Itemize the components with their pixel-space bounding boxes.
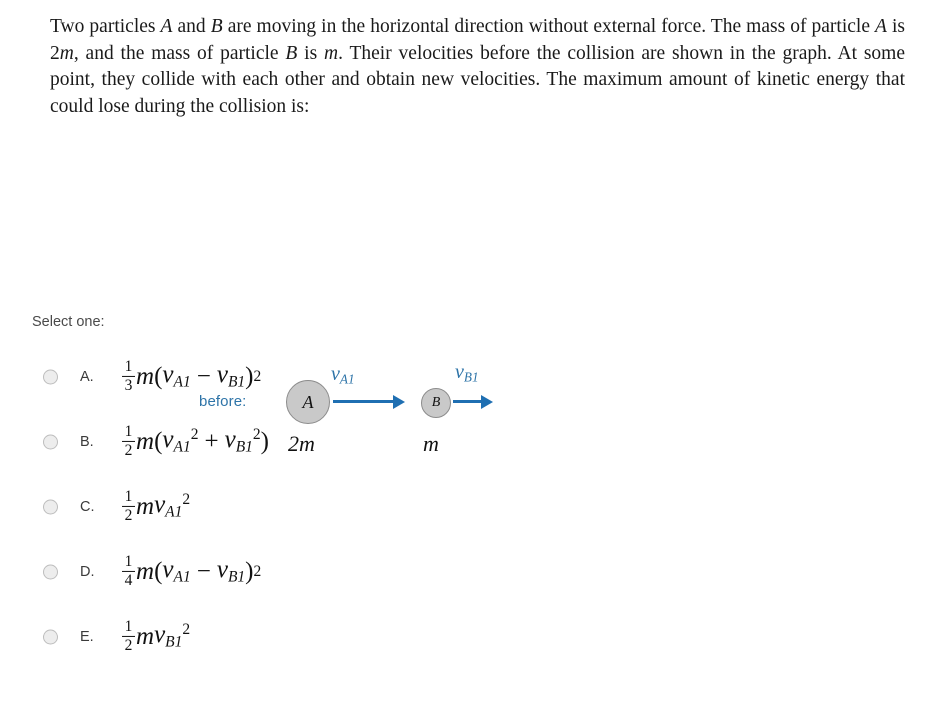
fraction-numerator: 1 [124,552,133,570]
velocity-term: vA12 [162,426,198,457]
collision-diagram: before: A vA1 B vB1 2m m [0,178,952,456]
fraction: 13 [122,358,135,394]
math-variable: B [285,42,298,64]
fraction-denominator: 4 [124,572,133,590]
velocity-subscript: A1 [165,503,183,521]
velocity-term: vA12 [154,491,190,522]
fraction: 14 [122,553,135,589]
option-letter: A. [80,368,94,385]
mass-symbol: m [136,427,155,455]
velocity-term: vB12 [225,426,261,457]
close-paren: ) [245,557,254,585]
answer-option-a[interactable]: A. 1 3 m(vA1− vB1) 2 [0,344,952,409]
fraction-numerator: 1 [124,357,133,375]
fraction: 12 [122,488,135,524]
option-formula: 1 4 m(vA1− vB1) 2 [122,553,261,589]
velocity-symbol: v [162,426,174,454]
velocity-symbol: v [154,491,166,519]
math-variable: A [160,16,173,37]
mass-symbol: m [136,362,155,390]
math-variable: B [210,16,223,37]
stem-text: is [297,42,325,64]
velocity-subscript: B1 [235,438,253,456]
velocity-subscript: A1 [173,438,191,456]
velocity-term: vB12 [154,621,190,652]
fraction-numerator: 1 [124,617,133,635]
velocity-subscript: B1 [227,373,246,391]
option-formula: 1 2 m vB12 [122,618,190,654]
operator: − [196,557,211,585]
stem-text: Two particles [50,16,161,37]
math-variable: m [324,42,339,64]
open-paren: ( [154,557,163,585]
fraction-denominator: 2 [124,442,133,460]
close-paren: ) [260,427,269,455]
fraction-numerator: 1 [124,487,133,505]
operator: + [204,427,219,455]
option-formula: 1 2 m vA12 [122,488,190,524]
mass-symbol: m [136,622,155,650]
velocity-subscript: A1 [173,373,191,391]
velocity-symbol: v [154,621,166,649]
answer-option-c[interactable]: C. 1 2 m vA12 [0,474,952,539]
fraction-denominator: 2 [124,637,133,655]
option-formula: 1 3 m(vA1− vB1) 2 [122,358,261,394]
radio-button-a[interactable] [43,369,58,384]
velocity-term: vA1 [162,361,190,392]
fraction-denominator: 2 [124,507,133,525]
select-one-prompt: Select one: [32,314,105,330]
velocity-term: vB1 [217,556,245,587]
radio-button-c[interactable] [43,499,58,514]
math-variable: m [59,42,74,64]
radio-button-e[interactable] [43,629,58,644]
velocity-term: vB1 [217,361,245,392]
exponent: 2 [252,426,261,444]
option-letter: E. [80,628,94,645]
stem-text: are moving in the horizontal direction w… [222,16,876,37]
fraction: 12 [122,423,135,459]
exponent: 2 [182,491,191,509]
option-letter: B. [80,433,94,450]
radio-button-b[interactable] [43,434,58,449]
velocity-symbol: v [162,361,174,389]
fraction-numerator: 1 [124,422,133,440]
exponent: 2 [190,426,199,444]
velocity-term: vA1 [162,556,190,587]
option-formula: 1 2 m(vA12 + vB12) [122,423,269,459]
answer-option-b[interactable]: B. 1 2 m(vA12 + vB12) [0,409,952,474]
close-paren: ) [245,362,254,390]
exponent: 2 [253,562,262,580]
velocity-symbol: v [216,556,228,584]
velocity-subscript: B1 [165,633,183,651]
velocity-symbol: v [162,556,174,584]
option-letter: D. [80,563,95,580]
stem-text: and [172,16,211,37]
open-paren: ( [154,427,163,455]
answer-option-e[interactable]: E. 1 2 m vB12 [0,604,952,669]
velocity-symbol: v [224,426,236,454]
answer-options-list: A. 1 3 m(vA1− vB1) 2 B. 1 2 m(vA12 + vB12) C. 1 2 m vA12… [0,344,952,669]
mass-symbol: m [136,492,155,520]
fraction: 12 [122,618,135,654]
math-variable: A [875,16,887,37]
velocity-symbol: v [216,361,228,389]
stem-text: , and the mass of particle [73,42,286,64]
operator: − [196,362,211,390]
velocity-subscript: A1 [173,568,191,586]
open-paren: ( [154,362,163,390]
exponent: 2 [253,367,262,385]
velocity-subscript: B1 [227,568,246,586]
radio-button-d[interactable] [43,564,58,579]
option-letter: C. [80,498,95,515]
question-stem: Two particles A and B are moving in the … [50,14,905,120]
exponent: 2 [182,621,191,639]
answer-option-d[interactable]: D. 1 4 m(vA1− vB1) 2 [0,539,952,604]
mass-symbol: m [136,557,155,585]
fraction-denominator: 3 [124,377,133,395]
